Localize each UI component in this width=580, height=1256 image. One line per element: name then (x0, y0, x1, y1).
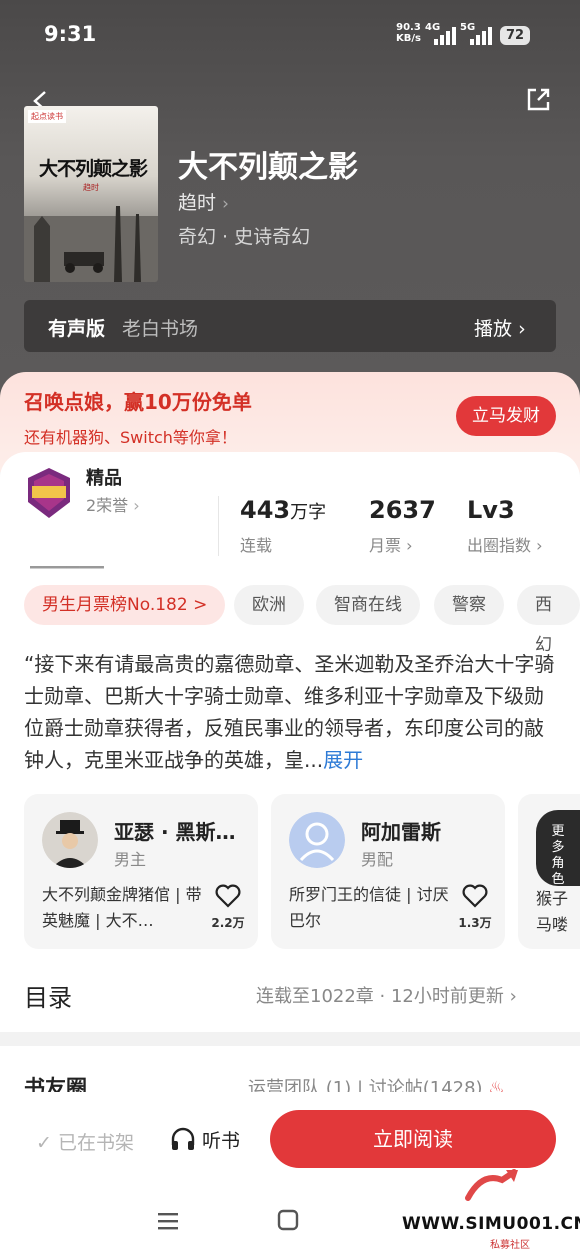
headphones-icon (171, 1127, 195, 1150)
chevron-right-icon: › (509, 986, 517, 1007)
book-title: 大不列颠之影 (178, 150, 358, 185)
monthly-tickets[interactable]: 2637 (369, 496, 436, 524)
author-link[interactable]: 趋时 › (178, 188, 229, 215)
word-count-value: 443 (240, 496, 291, 524)
listen-button[interactable]: 听书 (170, 1126, 240, 1153)
toc-info[interactable]: 连载至1022章 · 12小时前更新 › (256, 982, 517, 1008)
in-shelf-button[interactable]: ✓ 已在书架 (36, 1128, 134, 1155)
monthly-tickets-label[interactable]: 月票 › (369, 532, 413, 556)
check-icon: ✓ (36, 1132, 58, 1154)
character-role: 男主 (114, 850, 147, 869)
faded-text: ▔▔▔▔▔▔ (30, 566, 210, 574)
cover-title: 大不列颠之影 (38, 158, 148, 180)
more-characters-card[interactable]: 更多角色 猴子 马喽 (518, 794, 580, 949)
audio-label: 有声版 (48, 318, 106, 340)
divider (218, 496, 219, 556)
speed-unit: KB/s (396, 33, 421, 44)
watermark-logo-icon (465, 1169, 518, 1201)
chevron-right-icon: › (518, 318, 526, 340)
heart-icon (215, 884, 241, 908)
description-text: “接下来有请最高贵的嘉德勋章、圣米迦勒及圣乔治大十字骑士勋章、巴斯大十字骑士勋章… (24, 652, 555, 772)
rank-chip[interactable]: 男生月票榜No.182 > (24, 585, 226, 625)
honor-link[interactable]: 2荣誉 › (86, 492, 140, 516)
menu-icon[interactable] (156, 1210, 180, 1232)
chevron-right-icon: › (222, 194, 229, 214)
expand-link[interactable]: 展开 (323, 748, 363, 772)
tag-chip[interactable]: 西幻 (517, 585, 580, 655)
character-role: 男配 (361, 850, 394, 869)
popularity-label[interactable]: 出圈指数 › (467, 532, 543, 556)
character-name: 阿加雷斯 (361, 820, 441, 844)
home-icon[interactable] (276, 1208, 300, 1232)
level-label-text: 出圈指数 (467, 536, 532, 555)
like-button[interactable]: 1.3万 (457, 884, 493, 931)
character-avatar (289, 812, 345, 868)
play-button[interactable]: 播放 › (474, 314, 526, 341)
tickets-label-text: 月票 (369, 536, 402, 555)
chevron-right-icon: › (536, 536, 543, 555)
read-now-button[interactable]: 立即阅读 (270, 1110, 556, 1168)
more-characters-label: 更多角色 (551, 824, 565, 887)
toc-title[interactable]: 目录 (24, 978, 72, 1013)
chevron-right-icon: › (406, 536, 413, 555)
listen-label: 听书 (202, 1130, 241, 1152)
system-nav-bar: WWW.SIMU001.CN 私募社区 (0, 1169, 580, 1256)
share-icon[interactable] (524, 86, 552, 114)
character-tags: 猴子 马喽 (536, 889, 569, 934)
quality-tag: 精品 (86, 468, 122, 489)
book-info-card: 精品 2荣誉 › ▔▔▔▔▔▔ 443万字 连载 2637 月票 › Lv3 出… (0, 452, 580, 1032)
word-count: 443万字 (240, 496, 326, 524)
like-count: 1.3万 (458, 916, 492, 930)
play-label: 播放 (474, 318, 513, 340)
popularity-level[interactable]: Lv3 (467, 496, 515, 524)
promo-subtitle: 还有机器狗、Switch等你拿！ (24, 428, 237, 447)
chevron-right-icon: › (133, 496, 140, 515)
more-characters-button[interactable]: 更多角色 (536, 810, 580, 887)
cover-author: 趋时 (83, 183, 99, 192)
heart-icon (462, 884, 488, 908)
character-card[interactable]: 亚瑟 · 黑斯… 男主 大不列颠金牌猪倌 | 带英魅魔 | 大不… 2.2万 (24, 794, 258, 949)
medal-icon (28, 468, 70, 518)
status-speed: 90.3 KB/s (396, 22, 421, 44)
battery-icon: 72 (500, 26, 530, 45)
shelf-label: 已在书架 (57, 1132, 134, 1154)
watermark-sub: 私募社区 (490, 1240, 530, 1251)
promo-button[interactable]: 立马发财 (456, 396, 556, 436)
book-cover[interactable]: 起点读书 大不列颠之影 趋时 (24, 106, 158, 282)
honor-count: 2荣誉 (86, 496, 129, 515)
book-header: 9:31 90.3 KB/s 4G 5G 72 起点读书 大不列颠之影 趋时 大… (0, 0, 580, 400)
audio-source: 老白书场 (122, 318, 199, 340)
signal-icon-2 (470, 27, 492, 45)
tag-chip[interactable]: 警察 (434, 585, 504, 625)
author-name: 趋时 (178, 192, 217, 214)
audio-version-bar[interactable]: 有声版 老白书场 播放 › (24, 300, 556, 352)
tag-chip[interactable]: 智商在线 (316, 585, 420, 625)
like-count: 2.2万 (211, 916, 245, 930)
toc-info-text: 连载至1022章 · 12小时前更新 (256, 986, 504, 1007)
cover-badge: 起点读书 (28, 110, 66, 123)
character-name: 亚瑟 · 黑斯… (114, 820, 236, 844)
speed-value: 90.3 (396, 22, 421, 33)
status-time: 9:31 (44, 22, 97, 46)
character-card[interactable]: 阿加雷斯 男配 所罗门王的信徒 | 讨厌巴尔 1.3万 (271, 794, 505, 949)
like-button[interactable]: 2.2万 (210, 884, 246, 931)
book-description[interactable]: “接下来有请最高贵的嘉德勋章、圣米迦勒及圣乔治大十字骑士勋章、巴斯大十字骑士勋章… (24, 648, 556, 776)
promo-title: 召唤点娘，赢10万份免单 (24, 390, 252, 414)
signal-icon (434, 27, 456, 45)
word-count-label: 连载 (240, 536, 273, 555)
character-avatar (42, 812, 98, 868)
cover-illustration (24, 206, 158, 282)
book-genre: 奇幻 · 史诗奇幻 (178, 226, 311, 248)
character-tags: 大不列颠金牌猪倌 | 带英魅魔 | 大不… (42, 885, 202, 930)
watermark-text: WWW.SIMU001.CN (402, 1214, 580, 1234)
tag-chip[interactable]: 欧洲 (234, 585, 304, 625)
character-tags: 所罗门王的信徒 | 讨厌巴尔 (289, 885, 449, 930)
word-count-unit: 万字 (290, 502, 327, 523)
